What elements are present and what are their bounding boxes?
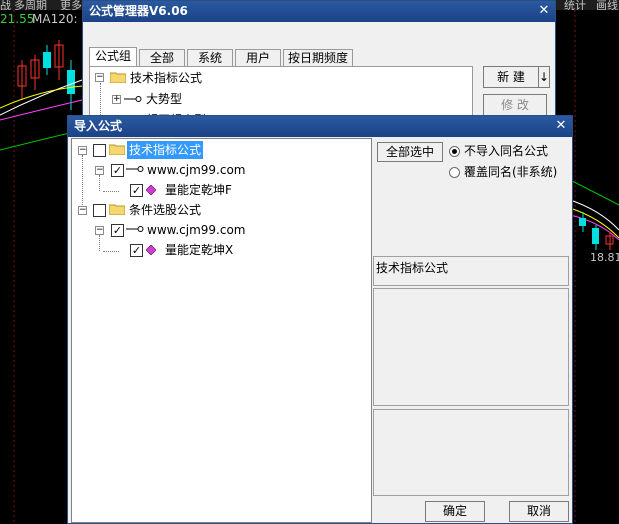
price-label: 18.81	[590, 251, 619, 264]
tree-node-source[interactable]: − ✓ www.cjm99.com	[72, 161, 372, 179]
radio-overwrite-duplicates[interactable]	[449, 167, 460, 178]
modify-button[interactable]: 修 改	[483, 94, 547, 116]
menu-item[interactable]: 战	[0, 0, 11, 10]
collapse-icon[interactable]: −	[95, 73, 104, 82]
checkbox[interactable]	[93, 204, 106, 217]
radio-label[interactable]: 覆盖同名(非系统)	[464, 165, 557, 179]
key-icon	[126, 166, 144, 172]
import-title: 导入公式	[74, 119, 123, 133]
menu-item[interactable]: 画线	[596, 0, 618, 10]
formula-diamond-icon	[146, 245, 156, 255]
checkbox[interactable]: ✓	[111, 224, 124, 237]
tree-node-label[interactable]: 技术指标公式	[127, 141, 204, 159]
collapse-icon[interactable]: −	[78, 146, 87, 155]
menu-item[interactable]: 统计	[564, 0, 586, 10]
menu-item[interactable]: 多周期	[14, 0, 47, 10]
import-titlebar[interactable]: 导入公式 ✕	[68, 116, 572, 137]
tab-formula-group[interactable]: 公式组	[89, 47, 137, 67]
folder-icon	[109, 204, 125, 215]
info-panel: 技术指标公式	[373, 256, 569, 286]
checkbox[interactable]: ✓	[111, 164, 124, 177]
checkbox[interactable]: ✓	[130, 244, 143, 257]
manager-titlebar[interactable]: 公式管理器V6.06 ✕	[83, 1, 555, 22]
tab-user[interactable]: 用户	[235, 49, 281, 66]
tree-node-label[interactable]: www.cjm99.com	[147, 161, 246, 179]
tree-node-label[interactable]: 量能定乾坤X	[165, 241, 233, 259]
ok-button[interactable]: 确定	[425, 501, 485, 522]
tree-node-indicator-formulas[interactable]: − 技术指标公式	[72, 141, 372, 159]
import-formula-window: 导入公式 ✕ − 技术指标公式 − ✓ www.cjm99.com ✓ 量能定乾…	[67, 115, 573, 524]
tree-node-formula[interactable]: ✓ 量能定乾坤F	[72, 181, 372, 199]
checkbox[interactable]	[93, 144, 106, 157]
folder-icon	[110, 72, 126, 83]
tab-all[interactable]: 全部	[139, 49, 185, 66]
manager-title: 公式管理器V6.06	[89, 4, 188, 18]
select-all-button[interactable]: 全部选中	[377, 142, 443, 162]
close-icon[interactable]: ✕	[537, 4, 551, 18]
radio-label[interactable]: 不导入同名公式	[464, 144, 548, 158]
collapse-icon[interactable]: −	[95, 226, 104, 235]
checkbox[interactable]: ✓	[130, 184, 143, 197]
tree-node-label[interactable]: 量能定乾坤F	[165, 181, 232, 199]
tree-node-label[interactable]: 条件选股公式	[129, 201, 201, 219]
import-tree[interactable]: − 技术指标公式 − ✓ www.cjm99.com ✓ 量能定乾坤F − 条件…	[71, 138, 372, 523]
tree-node-label[interactable]: 技术指标公式	[130, 69, 202, 86]
key-icon	[126, 226, 144, 232]
dropdown-arrow-button[interactable]: ↓	[538, 66, 550, 88]
tree-node-label[interactable]: 大势型	[146, 90, 182, 107]
expand-icon[interactable]: +	[112, 95, 121, 104]
formula-manager-window: 公式管理器V6.06 ✕ 公式组 全部 系统 用户 按日期频度 − 技术指标公式…	[82, 0, 556, 127]
folder-icon	[109, 144, 125, 155]
key-icon	[124, 96, 142, 102]
info-text: 技术指标公式	[376, 261, 449, 275]
formula-diamond-icon	[146, 185, 156, 195]
collapse-icon[interactable]: −	[78, 206, 87, 215]
collapse-icon[interactable]: −	[95, 166, 104, 175]
radio-skip-duplicates[interactable]	[449, 146, 460, 157]
tab-system[interactable]: 系统	[187, 49, 233, 66]
ma-value: 21.55	[0, 12, 35, 26]
detail-panel	[373, 409, 569, 496]
manager-tree[interactable]: − 技术指标公式 + 大势型 超买超卖型	[89, 66, 473, 127]
tree-node-screening-formulas[interactable]: − 条件选股公式	[72, 201, 372, 219]
tab-by-date-frequency[interactable]: 按日期频度	[283, 49, 353, 66]
description-panel	[373, 288, 569, 406]
new-button[interactable]: 新 建	[483, 66, 539, 88]
cancel-button[interactable]: 取消	[509, 501, 569, 522]
ma120-label: MA120: 2	[32, 12, 89, 26]
menu-item[interactable]: 更多	[60, 0, 82, 10]
tree-node-label[interactable]: www.cjm99.com	[147, 221, 246, 239]
tree-node-source[interactable]: − ✓ www.cjm99.com	[72, 221, 372, 239]
tree-node-formula[interactable]: ✓ 量能定乾坤X	[72, 241, 372, 259]
close-icon[interactable]: ✕	[554, 119, 568, 133]
